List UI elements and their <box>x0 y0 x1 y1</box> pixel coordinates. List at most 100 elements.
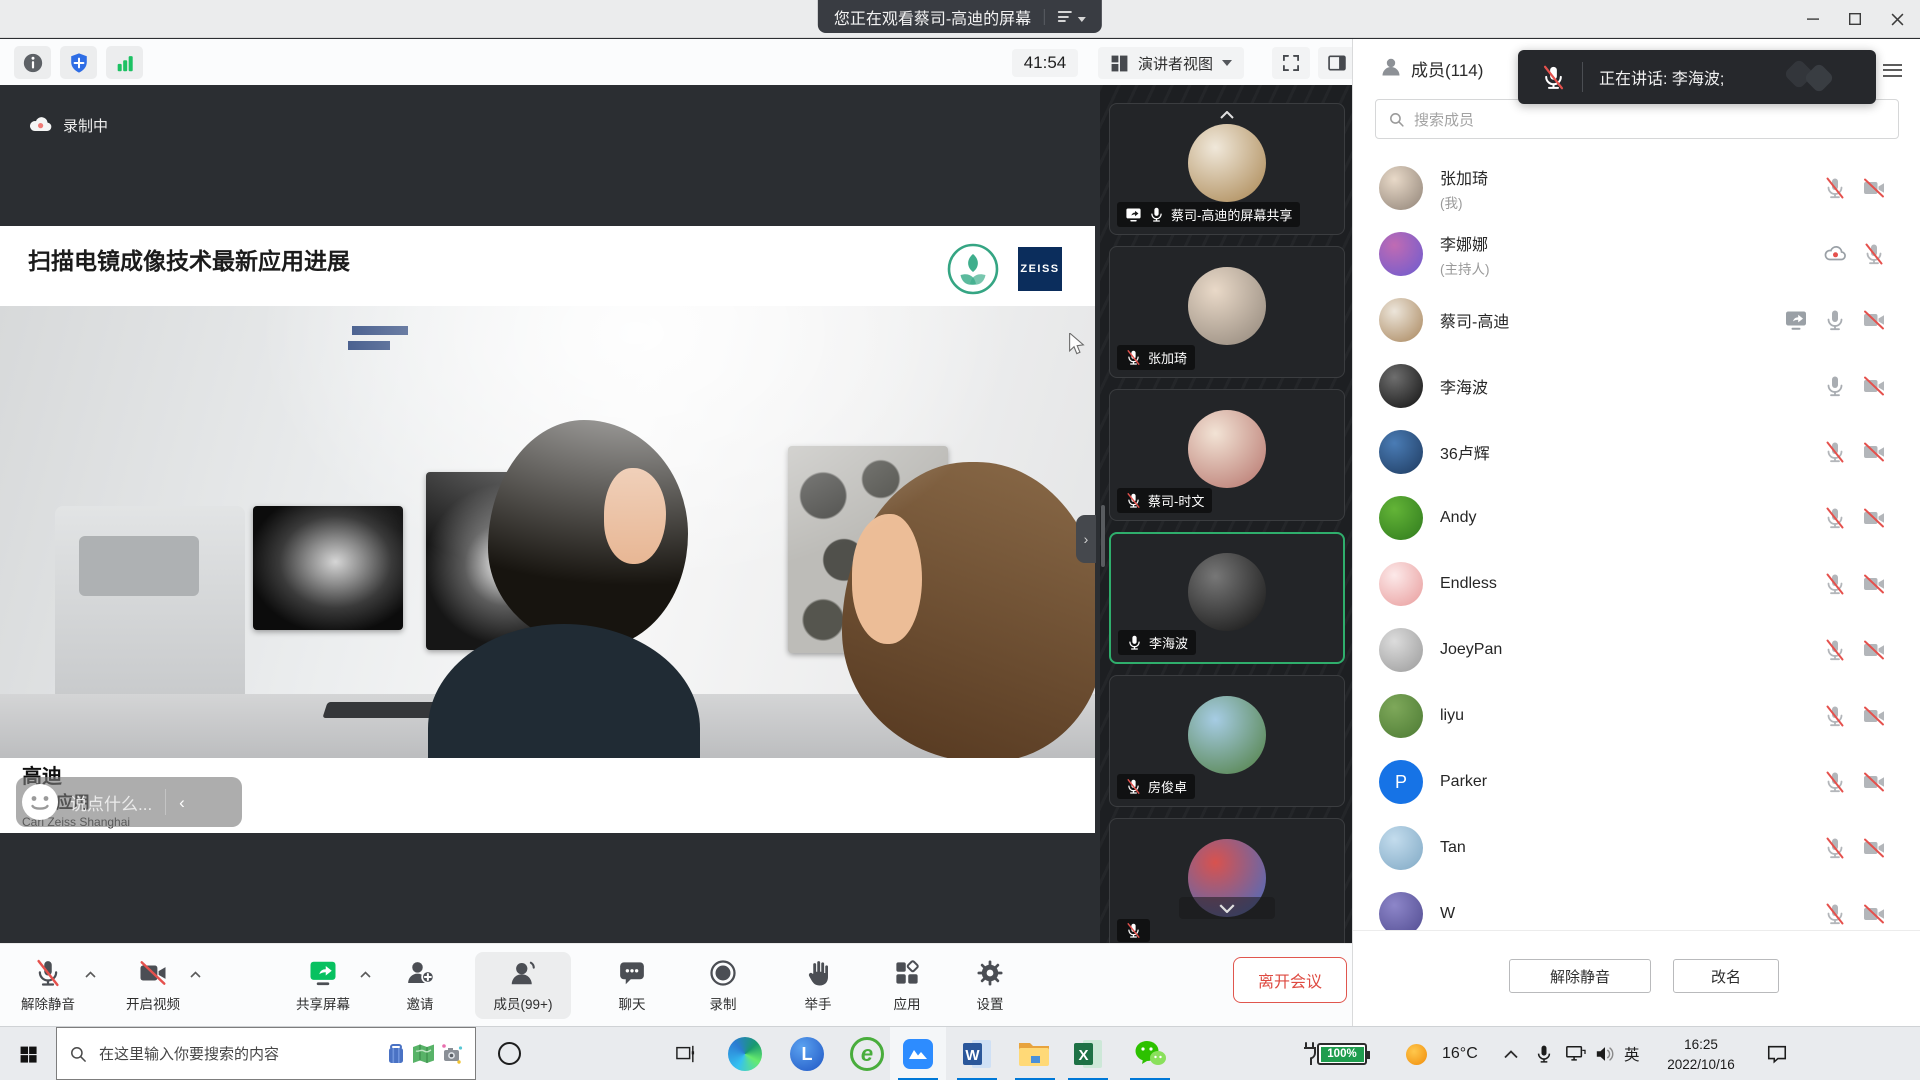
chevron-up-icon[interactable] <box>85 971 96 978</box>
member-row[interactable]: 张加琦(我) <box>1353 155 1920 221</box>
control-cam-off-button[interactable]: 开启视频 <box>105 952 201 1019</box>
quick-chat-overlay[interactable]: 说点什么... ‹ <box>16 777 242 827</box>
control-mic-muted-button[interactable]: 解除静音 <box>0 952 96 1019</box>
expand-thumbnails-handle[interactable]: › <box>1076 515 1096 563</box>
weather-button[interactable] <box>1406 1027 1427 1080</box>
collapse-strip-icon[interactable] <box>1195 107 1259 123</box>
temperature-label[interactable]: 16°C <box>1442 1027 1478 1080</box>
avatar <box>1188 696 1266 774</box>
view-mode-selector[interactable]: 演讲者视图 <box>1098 47 1244 79</box>
video-thumbnail[interactable]: 房俊卓 <box>1109 675 1345 807</box>
video-thumbnail[interactable]: 李海波 <box>1109 532 1345 664</box>
green-browser-button[interactable]: e <box>839 1027 895 1080</box>
control-hand-button[interactable]: 举手 <box>770 952 866 1019</box>
word-button[interactable]: W <box>949 1027 1005 1080</box>
file-explorer-button[interactable] <box>1007 1027 1063 1080</box>
date-label: 2022/10/16 <box>1648 1055 1754 1075</box>
svg-text:X: X <box>1078 1047 1088 1064</box>
start-button[interactable] <box>0 1027 56 1080</box>
avatar <box>1379 298 1423 342</box>
tray-volume-button[interactable] <box>1594 1027 1616 1080</box>
member-row[interactable]: PParker <box>1353 749 1920 815</box>
speaking-toast: 正在讲话: 李海波; <box>1518 50 1876 104</box>
banner-menu-icon[interactable] <box>1058 9 1086 25</box>
minimize-button[interactable] <box>1792 0 1834 38</box>
action-center-button[interactable] <box>1766 1027 1788 1080</box>
mic-muted-icon <box>1125 492 1142 509</box>
member-row[interactable]: liyu <box>1353 683 1920 749</box>
control-share-green-button[interactable]: 共享屏幕 <box>275 952 371 1019</box>
collapse-chat-icon[interactable]: ‹ <box>179 794 185 811</box>
edge-browser-button[interactable] <box>717 1027 773 1080</box>
chevron-up-icon[interactable] <box>360 971 371 978</box>
member-row[interactable]: Endless <box>1353 551 1920 617</box>
mic-muted-icon <box>1823 836 1847 860</box>
cortana-button[interactable] <box>498 1042 521 1065</box>
control-chat-button[interactable]: 聊天 <box>584 952 680 1019</box>
member-name: 李娜娜 <box>1440 231 1823 255</box>
leave-meeting-button[interactable]: 离开会议 <box>1233 957 1347 1003</box>
control-apps-button[interactable]: 应用 <box>859 952 955 1019</box>
strip-drag-handle[interactable] <box>1101 505 1105 567</box>
meeting-app-button[interactable] <box>890 1027 946 1080</box>
task-view-button[interactable] <box>658 1027 714 1080</box>
gear-icon <box>975 958 1005 988</box>
control-members-button[interactable]: 成员(99+) <box>475 952 571 1019</box>
wechat-button[interactable] <box>1122 1027 1178 1080</box>
members-icon <box>508 958 538 988</box>
video-thumbnail[interactable]: 张加琦 <box>1109 246 1345 378</box>
members-menu-icon[interactable] <box>1883 60 1902 80</box>
mic-muted-icon <box>33 958 63 988</box>
search-highlights-icons[interactable] <box>386 1043 463 1065</box>
person-right <box>842 462 1095 758</box>
tray-expand-button[interactable] <box>1504 1027 1518 1080</box>
battery-indicator[interactable]: 100% <box>1302 1027 1367 1080</box>
rename-button[interactable]: 改名 <box>1673 959 1779 993</box>
notification-icon <box>1766 1043 1788 1065</box>
taskbar-search-input[interactable]: 在这里输入你要搜索的内容 <box>56 1027 476 1080</box>
clock[interactable]: 16:25 2022/10/16 <box>1648 1035 1754 1074</box>
member-search-input[interactable]: 搜索成员 <box>1375 99 1899 139</box>
video-thumbnail[interactable]: 蔡司-高迪的屏幕共享 <box>1109 103 1345 235</box>
chat-input-placeholder[interactable]: 说点什么... <box>70 790 152 815</box>
scroll-thumbnails-icon[interactable] <box>1179 897 1275 919</box>
video-thumbnail[interactable] <box>1109 818 1345 943</box>
excel-button[interactable]: X <box>1060 1027 1116 1080</box>
control-invite-button[interactable]: 邀请 <box>372 952 468 1019</box>
member-row[interactable]: 蔡司-高迪 <box>1353 287 1920 353</box>
member-row[interactable]: 李海波 <box>1353 353 1920 419</box>
fullscreen-button[interactable] <box>1272 47 1310 79</box>
tray-mic-button[interactable] <box>1534 1027 1554 1080</box>
video-thumbnail[interactable]: 蔡司-时文 <box>1109 389 1345 521</box>
maximize-button[interactable] <box>1834 0 1876 38</box>
control-record-button[interactable]: 录制 <box>675 952 771 1019</box>
emoji-icon[interactable] <box>21 783 59 821</box>
close-button[interactable] <box>1876 0 1918 38</box>
recording-label: 录制中 <box>63 115 108 136</box>
unmute-button[interactable]: 解除静音 <box>1509 959 1651 993</box>
member-row[interactable]: Andy <box>1353 485 1920 551</box>
watching-banner[interactable]: 您正在观看蔡司-高迪的屏幕 <box>818 0 1102 33</box>
person-left <box>488 420 688 648</box>
speaker-icon <box>1594 1044 1616 1064</box>
control-gear-button[interactable]: 设置 <box>942 952 1038 1019</box>
screen-share-icon <box>1125 206 1142 223</box>
toast-divider <box>1582 62 1583 92</box>
input-language-button[interactable]: 英 <box>1624 1027 1640 1080</box>
browser-l-button[interactable]: L <box>779 1027 835 1080</box>
thumbnail-name-label: 蔡司-高迪的屏幕共享 <box>1117 202 1300 227</box>
tray-network-button[interactable] <box>1564 1027 1586 1080</box>
meeting-info-button[interactable] <box>14 46 51 79</box>
member-row[interactable]: 36卢辉 <box>1353 419 1920 485</box>
chevron-up-icon[interactable] <box>190 971 201 978</box>
network-quality-button[interactable] <box>106 46 143 79</box>
control-label: 聊天 <box>619 993 646 1013</box>
thumbnail-name-label <box>1117 919 1150 942</box>
member-row[interactable]: 李娜娜(主持人) <box>1353 221 1920 287</box>
member-row[interactable]: JoeyPan <box>1353 617 1920 683</box>
security-button[interactable] <box>60 46 97 79</box>
taskbar-search-placeholder: 在这里输入你要搜索的内容 <box>99 1043 279 1064</box>
member-row[interactable]: Tan <box>1353 815 1920 881</box>
member-row[interactable]: W <box>1353 881 1920 931</box>
side-panel-toggle-button[interactable] <box>1318 47 1356 79</box>
